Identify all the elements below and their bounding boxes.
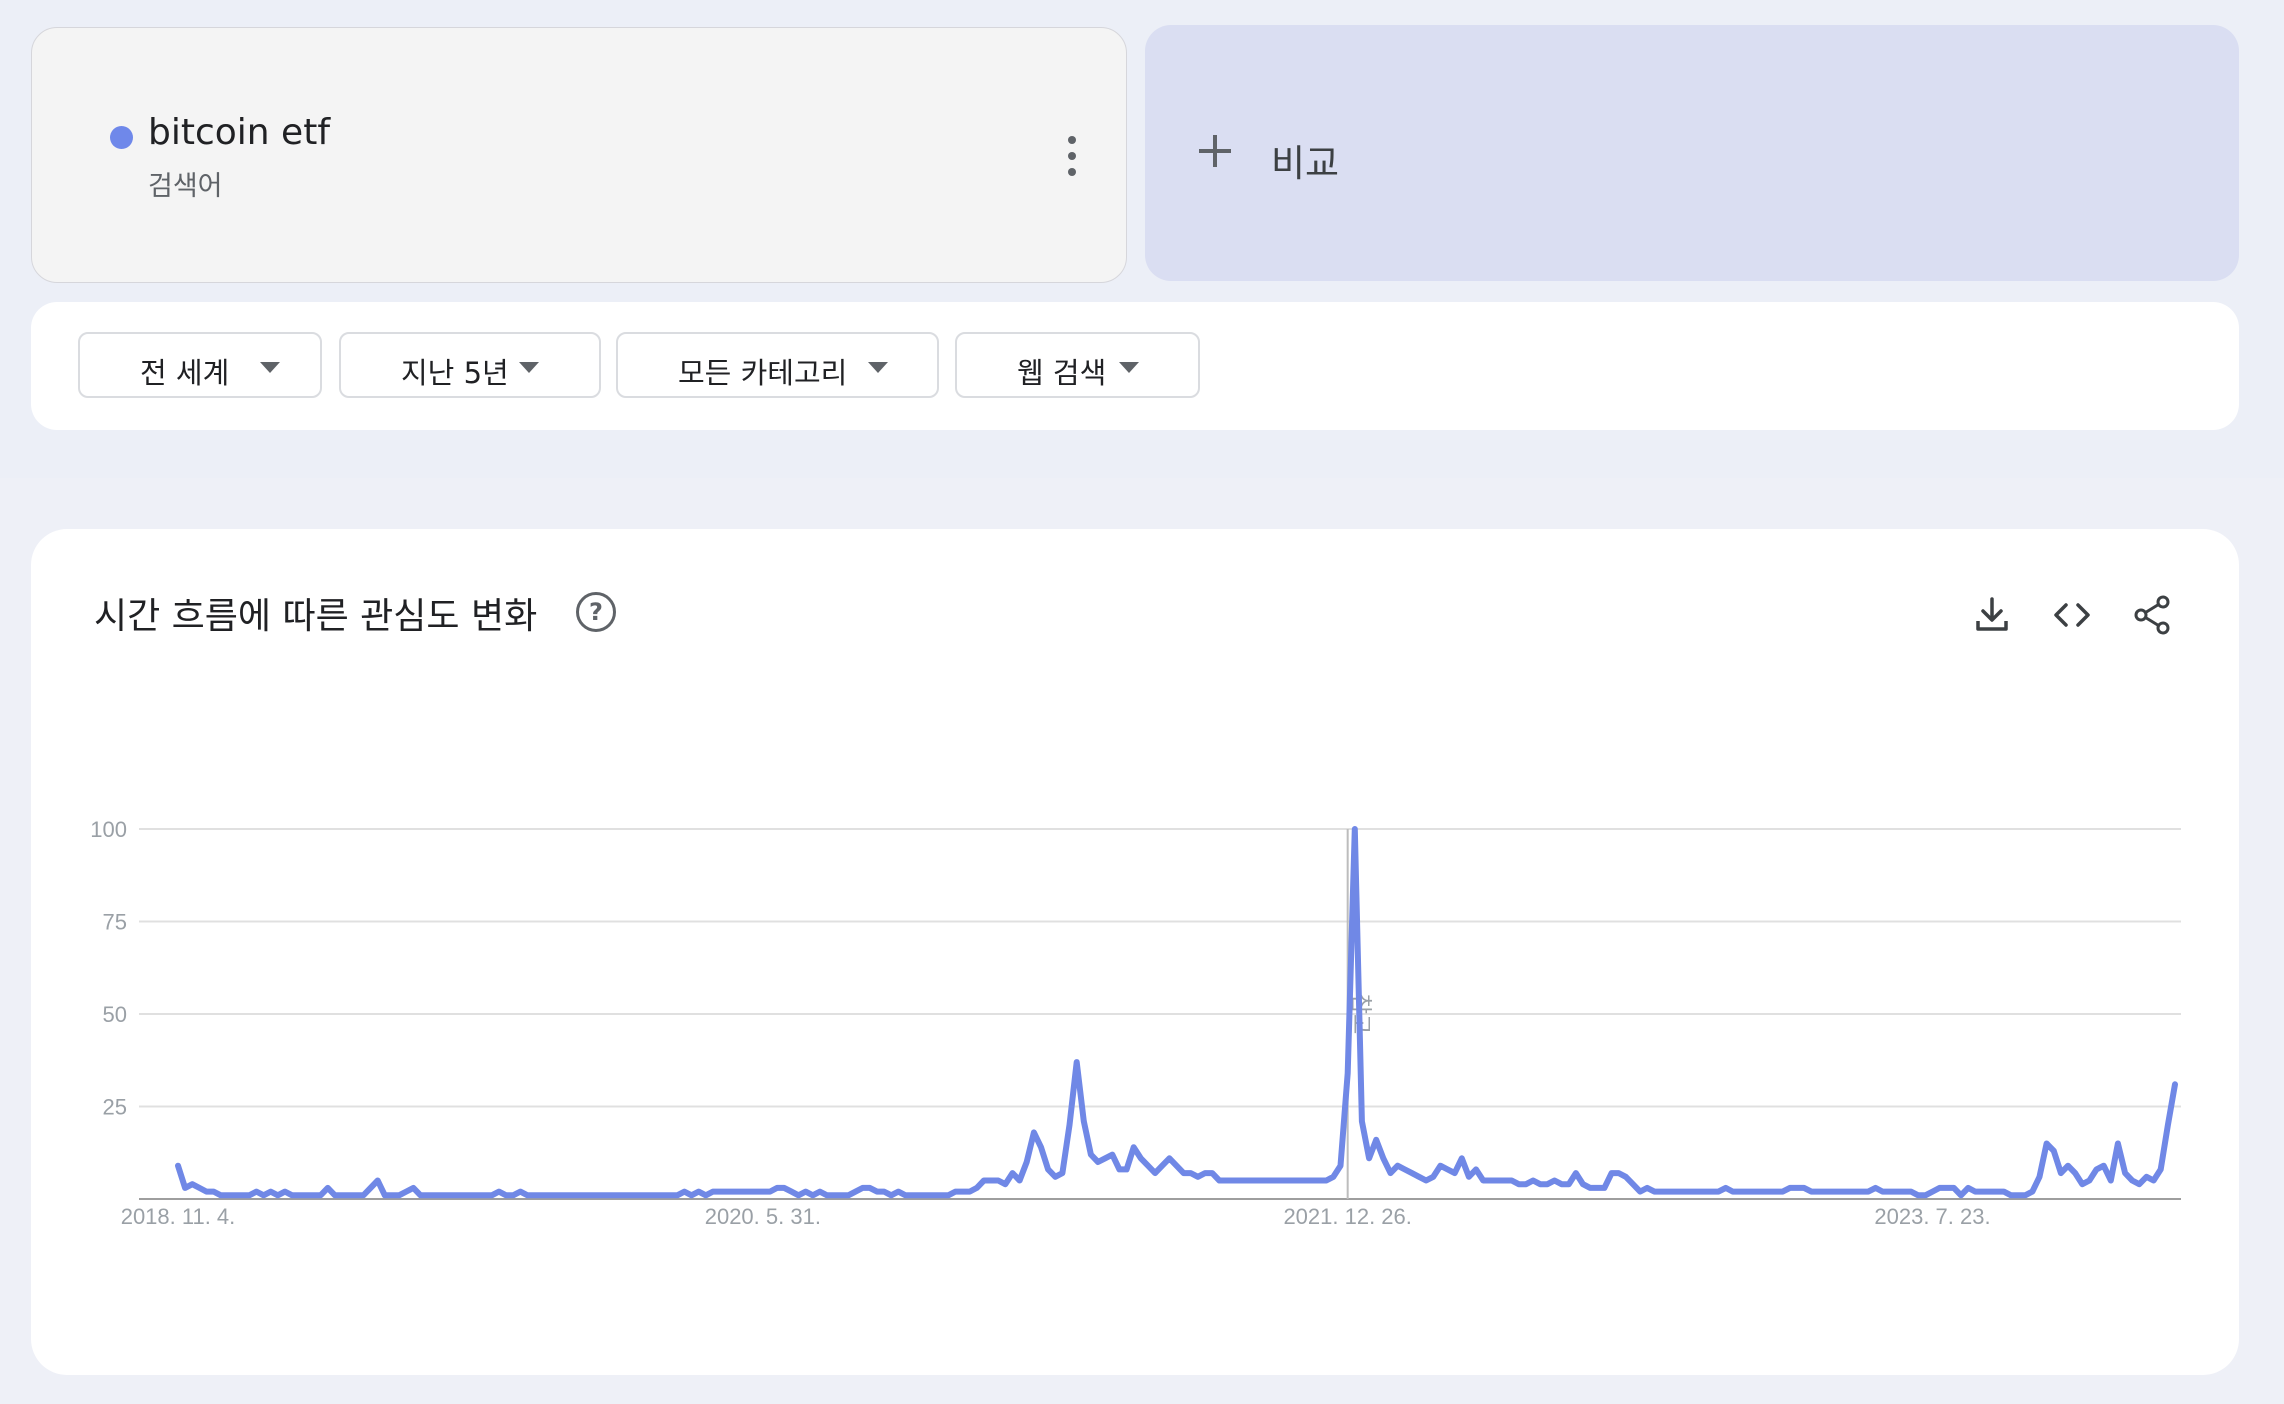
y-tick-label: 75 [103, 910, 127, 935]
search-type-filter-dropdown[interactable]: 웹 검색 [955, 332, 1200, 398]
region-filter-label: 전 세계 [140, 356, 230, 390]
time-range-filter-label: 지난 5년 [401, 356, 509, 390]
more-options-icon[interactable] [1062, 136, 1082, 180]
time-range-filter-dropdown[interactable]: 지난 5년 [339, 332, 601, 398]
compare-button[interactable]: 비교 [1145, 25, 2239, 281]
category-filter-label: 모든 카테고리 [678, 356, 848, 390]
interest-over-time-panel: 시간 흐름에 따른 관심도 변화 ? 참고 2018. 11. 4. 2020. … [31, 529, 2239, 1375]
x-tick-label: 2023. 7. 23. [1874, 1204, 1990, 1229]
search-type-filter-label: 웹 검색 [1017, 356, 1107, 390]
chevron-down-icon [519, 362, 539, 373]
term-color-dot [110, 126, 133, 149]
plus-icon [1199, 135, 1231, 167]
search-term-name: bitcoin etf [148, 112, 330, 153]
chevron-down-icon [1119, 362, 1139, 373]
category-filter-dropdown[interactable]: 모든 카테고리 [616, 332, 939, 398]
filter-bar: 전 세계 지난 5년 모든 카테고리 웹 검색 [31, 302, 2239, 430]
search-term-type: 검색어 [148, 171, 223, 202]
x-tick-label: 2021. 12. 26. [1283, 1204, 1411, 1229]
x-tick-label: 2020. 5. 31. [705, 1204, 821, 1229]
interest-line-chart: 참고 2018. 11. 4. 2020. 5. 31. 2021. 12. 26.… [90, 817, 2181, 1229]
y-tick-label: 50 [103, 1002, 127, 1027]
region-filter-dropdown[interactable]: 전 세계 [78, 332, 322, 398]
y-tick-label: 100 [90, 817, 127, 842]
y-tick-label: 25 [103, 1095, 127, 1120]
search-term-card[interactable]: bitcoin etf 검색어 [31, 27, 1127, 283]
chevron-down-icon [260, 362, 280, 373]
chevron-down-icon [868, 362, 888, 373]
compare-label: 비교 [1271, 142, 1340, 185]
series-line-bitcoin-etf [175, 826, 2178, 1199]
x-tick-label: 2018. 11. 4. [121, 1204, 236, 1229]
